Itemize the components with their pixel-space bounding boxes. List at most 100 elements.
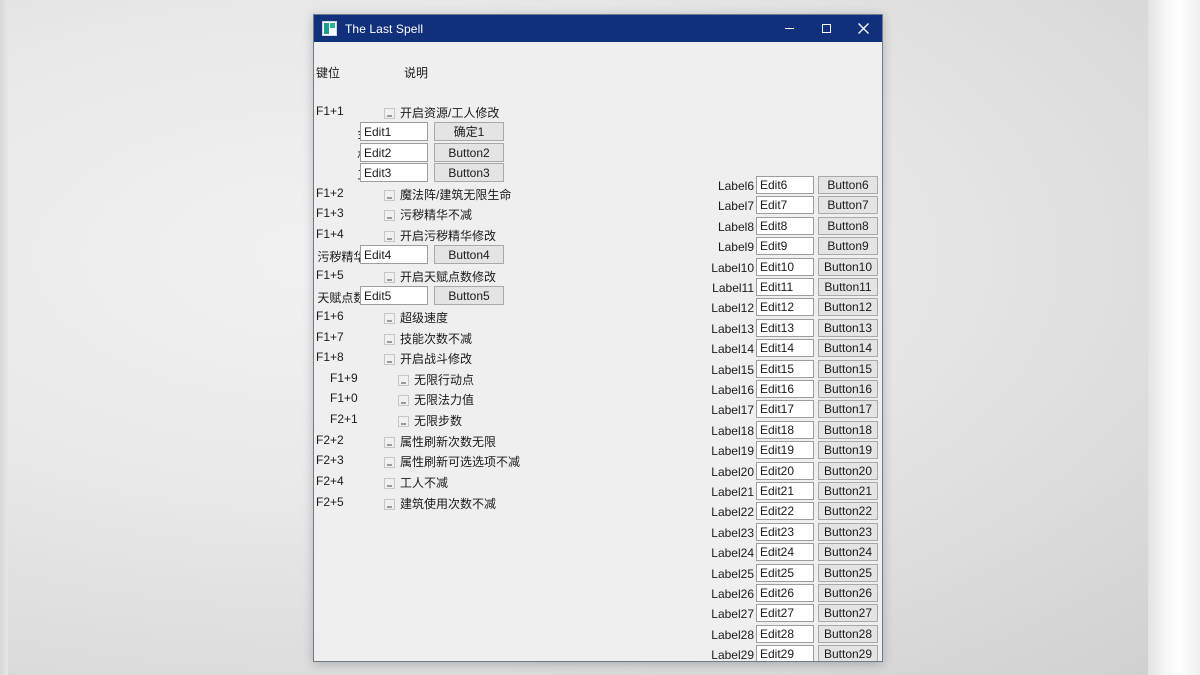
right-row-input-14[interactable]: Edit14 (756, 339, 814, 357)
right-row-input-10[interactable]: Edit10 (756, 258, 814, 276)
left-field-button-1[interactable]: 确定1 (434, 122, 504, 141)
right-row-button-28[interactable]: Button28 (818, 625, 878, 643)
right-row-label-29: Label29 (711, 648, 754, 662)
right-row-input-8[interactable]: Edit8 (756, 217, 814, 235)
right-row-label-20: Label20 (711, 465, 754, 479)
right-row-input-29[interactable]: Edit29 (756, 645, 814, 661)
right-row-input-19[interactable]: Edit19 (756, 441, 814, 459)
right-row-button-7[interactable]: Button7 (818, 196, 878, 214)
right-row-input-15[interactable]: Edit15 (756, 360, 814, 378)
left-field-input-5[interactable]: Edit5 (360, 286, 428, 305)
left-field-button-5[interactable]: Button5 (434, 286, 504, 305)
right-row-input-28[interactable]: Edit28 (756, 625, 814, 643)
cheat-checkbox-f2-2[interactable] (384, 437, 395, 448)
right-row-button-22[interactable]: Button22 (818, 502, 878, 520)
right-row-button-11[interactable]: Button11 (818, 278, 878, 296)
right-row-input-26[interactable]: Edit26 (756, 584, 814, 602)
right-row-button-23[interactable]: Button23 (818, 523, 878, 541)
left-field-button-3[interactable]: Button3 (434, 163, 504, 182)
right-row-button-26[interactable]: Button26 (818, 584, 878, 602)
cheat-checkbox-f1-0[interactable] (398, 395, 409, 406)
right-row-input-23[interactable]: Edit23 (756, 523, 814, 541)
cheat-checkbox-f1-3[interactable] (384, 210, 395, 221)
cheat-key-f2-1: F2+1 (330, 412, 358, 426)
cheat-desc-f1-4: 开启污秽精华修改 (400, 229, 497, 243)
cheat-desc-f2-4: 工人不减 (400, 476, 449, 490)
right-row-input-22[interactable]: Edit22 (756, 502, 814, 520)
cheat-checkbox-f1-4[interactable] (384, 231, 395, 242)
right-row-label-11: Label11 (712, 281, 754, 295)
right-row-label-16: Label16 (711, 383, 754, 397)
right-row-label-18: Label18 (711, 424, 754, 438)
close-icon[interactable] (845, 15, 882, 42)
right-row-button-10[interactable]: Button10 (818, 258, 878, 276)
cheat-key-f2-5: F2+5 (316, 495, 344, 509)
right-row-button-27[interactable]: Button27 (818, 604, 878, 622)
left-field-button-2[interactable]: Button2 (434, 143, 504, 162)
background-band-left (0, 0, 8, 675)
right-row-label-7: Label7 (717, 199, 754, 213)
right-row-button-9[interactable]: Button9 (818, 237, 878, 255)
cheat-checkbox-f2-1[interactable] (398, 416, 409, 427)
right-row-input-17[interactable]: Edit17 (756, 400, 814, 418)
right-row-button-12[interactable]: Button12 (818, 298, 878, 316)
left-field-input-1[interactable]: Edit1 (360, 122, 428, 141)
window-titlebar[interactable]: The Last Spell (314, 15, 882, 42)
right-row-input-9[interactable]: Edit9 (756, 237, 814, 255)
right-row-input-27[interactable]: Edit27 (756, 604, 814, 622)
left-field-input-4[interactable]: Edit4 (360, 245, 428, 264)
right-row-label-25: Label25 (711, 567, 754, 581)
right-row-label-21: Label21 (711, 485, 754, 499)
right-row-button-13[interactable]: Button13 (818, 319, 878, 337)
right-row-input-12[interactable]: Edit12 (756, 298, 814, 316)
right-row-label-14: Label14 (711, 342, 754, 356)
right-row-input-6[interactable]: Edit6 (756, 176, 814, 194)
right-row-input-24[interactable]: Edit24 (756, 543, 814, 561)
left-field-input-2[interactable]: Edit2 (360, 143, 428, 162)
left-field-button-4[interactable]: Button4 (434, 245, 504, 264)
maximize-icon[interactable] (808, 15, 845, 42)
cheat-desc-f1-7: 技能次数不减 (400, 332, 473, 346)
cheat-checkbox-f1-9[interactable] (398, 375, 409, 386)
right-row-label-8: Label8 (717, 220, 754, 234)
right-row-button-8[interactable]: Button8 (818, 217, 878, 235)
right-row-button-29[interactable]: Button29 (818, 645, 878, 661)
cheat-checkbox-f1-8[interactable] (384, 354, 395, 365)
right-row-input-16[interactable]: Edit16 (756, 380, 814, 398)
right-row-button-14[interactable]: Button14 (818, 339, 878, 357)
right-row-label-24: Label24 (711, 546, 754, 560)
right-row-button-24[interactable]: Button24 (818, 543, 878, 561)
cheat-key-f2-3: F2+3 (316, 453, 344, 467)
right-row-button-21[interactable]: Button21 (818, 482, 878, 500)
minimize-icon[interactable] (771, 15, 808, 42)
right-row-button-6[interactable]: Button6 (818, 176, 878, 194)
right-row-input-18[interactable]: Edit18 (756, 421, 814, 439)
right-row-label-9: Label9 (717, 240, 754, 254)
cheat-checkbox-f1-2[interactable] (384, 190, 395, 201)
right-row-input-25[interactable]: Edit25 (756, 564, 814, 582)
right-row-input-11[interactable]: Edit11 (756, 278, 814, 296)
left-field-input-3[interactable]: Edit3 (360, 163, 428, 182)
cheat-checkbox-f1-7[interactable] (384, 334, 395, 345)
right-row-button-16[interactable]: Button16 (818, 380, 878, 398)
right-row-input-21[interactable]: Edit21 (756, 482, 814, 500)
cheat-checkbox-f2-5[interactable] (384, 499, 395, 510)
cheat-checkbox-f2-3[interactable] (384, 457, 395, 468)
right-row-input-20[interactable]: Edit20 (756, 462, 814, 480)
cheat-desc-f1-1: 开启资源/工人修改 (400, 106, 500, 120)
right-row-button-19[interactable]: Button19 (818, 441, 878, 459)
right-row-input-7[interactable]: Edit7 (756, 196, 814, 214)
cheat-checkbox-f1-6[interactable] (384, 313, 395, 324)
right-row-button-18[interactable]: Button18 (818, 421, 878, 439)
right-row-label-26: Label26 (711, 587, 754, 601)
cheat-key-f1-9: F1+9 (330, 371, 358, 385)
cheat-checkbox-f1-5[interactable] (384, 272, 395, 283)
right-row-button-25[interactable]: Button25 (818, 564, 878, 582)
right-row-button-20[interactable]: Button20 (818, 462, 878, 480)
right-row-button-15[interactable]: Button15 (818, 360, 878, 378)
right-row-input-13[interactable]: Edit13 (756, 319, 814, 337)
cheat-checkbox-f2-4[interactable] (384, 478, 395, 489)
right-row-label-15: Label15 (711, 363, 754, 377)
right-row-button-17[interactable]: Button17 (818, 400, 878, 418)
cheat-checkbox-f1-1[interactable] (384, 108, 395, 119)
